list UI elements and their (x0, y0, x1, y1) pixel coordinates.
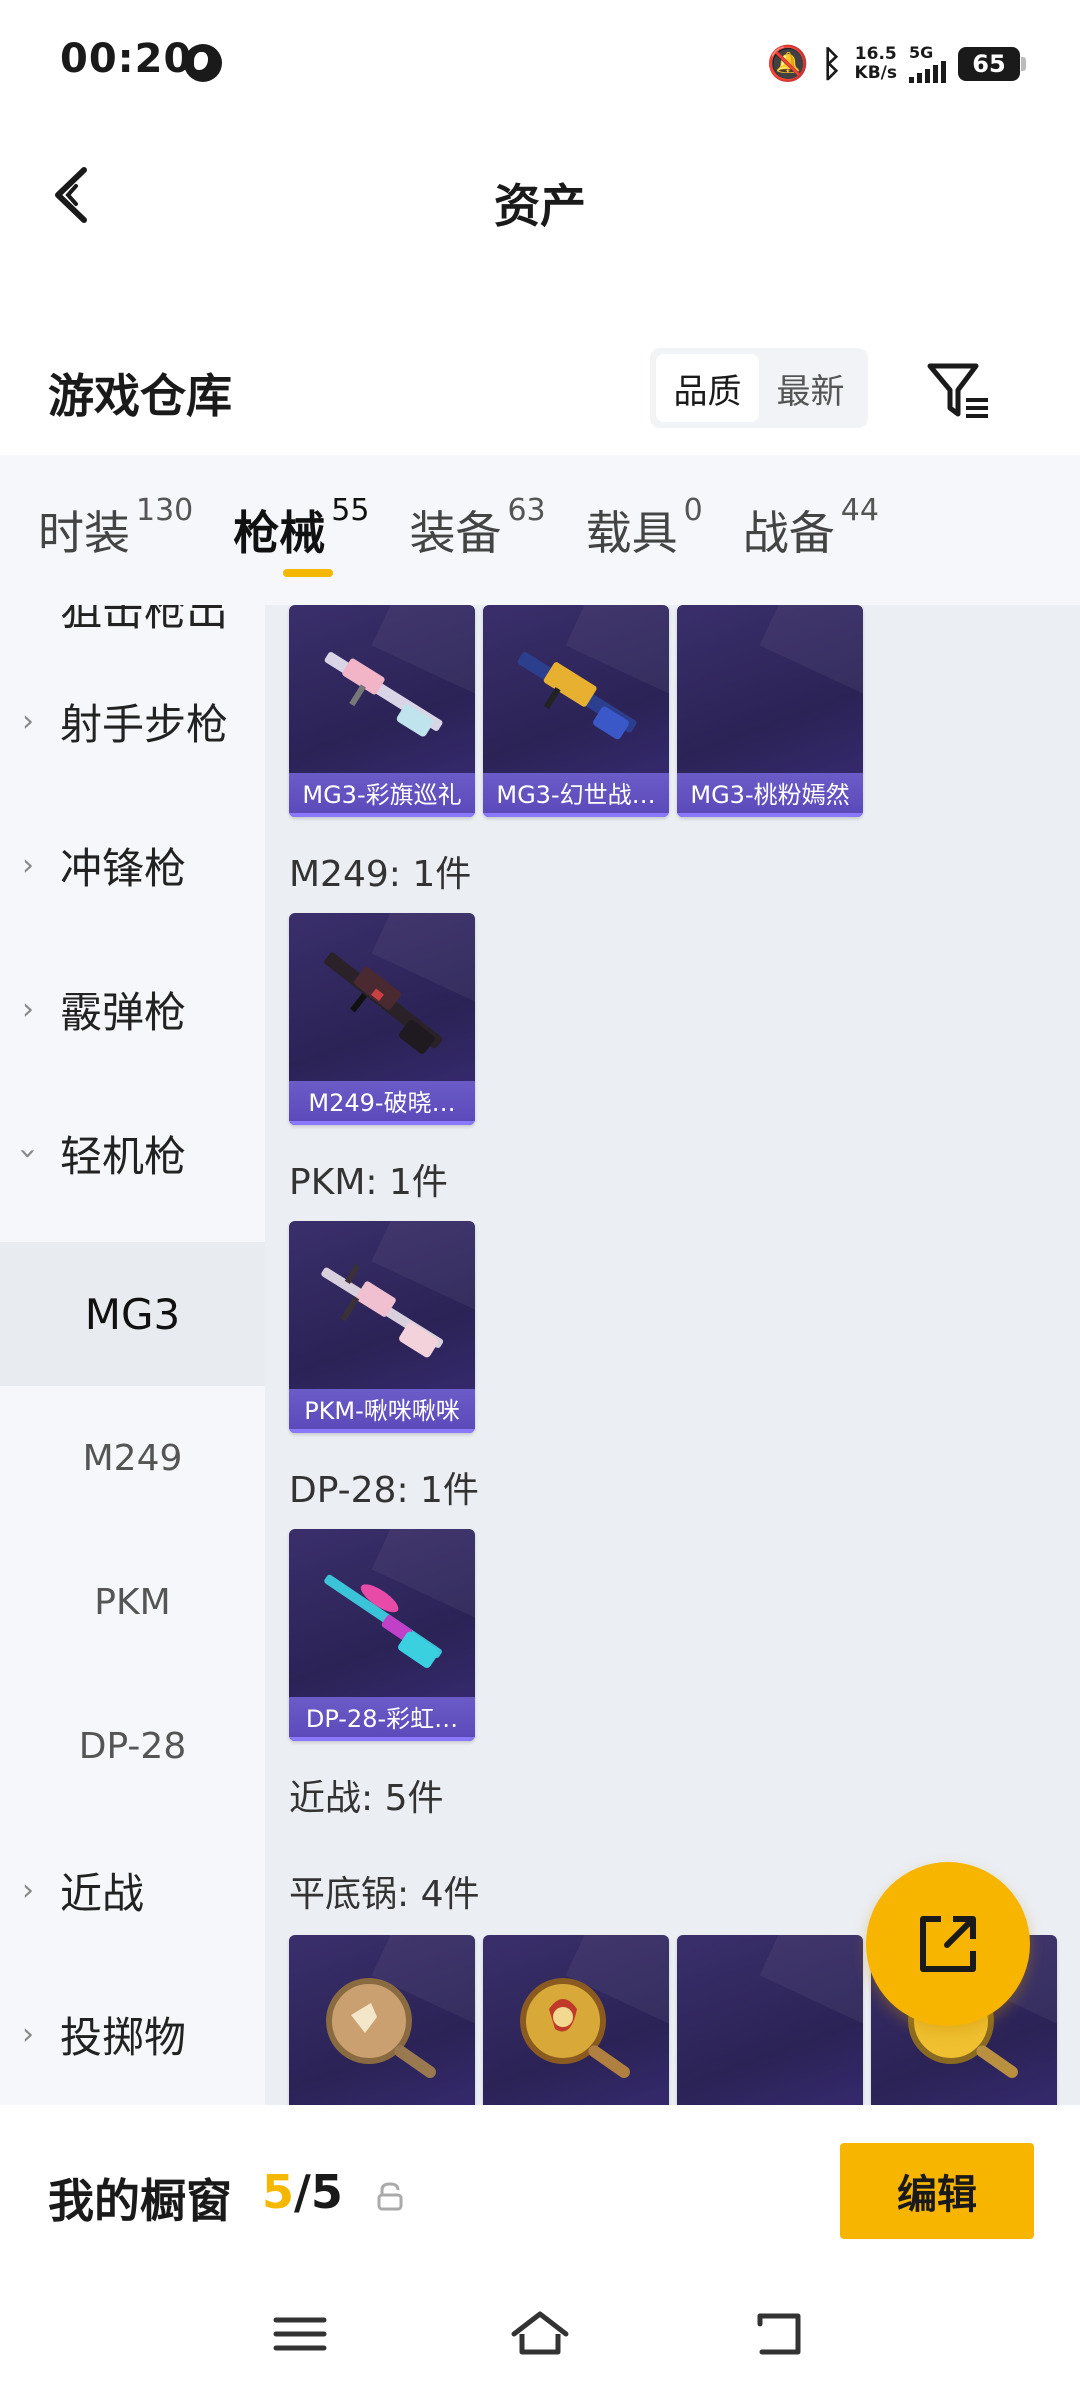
chevron-right-icon: › (22, 991, 34, 1027)
sidebar-sub-mg3[interactable]: MG3 (0, 1242, 265, 1386)
tab-vehicles[interactable]: 载具 0 (586, 455, 703, 605)
category-tabs: 时装 130 枪械 55 装备 63 载具 0 战备 44 (0, 455, 1080, 605)
warehouse-title: 游戏仓库 (48, 369, 232, 423)
battery-icon: 65 (958, 47, 1026, 81)
bluetooth-icon: ᛒ (820, 43, 843, 85)
sidebar-item-smg[interactable]: › 冲锋枪 (0, 793, 265, 937)
sidebar-item-melee[interactable]: › 近战 (0, 1818, 265, 1962)
tab-guns[interactable]: 枪械 55 (233, 455, 369, 605)
item-card[interactable]: MG3-幻世战… (483, 605, 669, 817)
group-label-pkm: PKM: 1件 (289, 1162, 448, 1203)
showcase-label: 我的橱窗 (48, 2174, 232, 2228)
chevron-right-icon: › (22, 847, 34, 883)
sidebar-sub-m249[interactable]: M249 (0, 1386, 265, 1530)
system-nav-bar (0, 2275, 1080, 2400)
chevron-right-icon: › (22, 1872, 34, 1908)
item-name: PKM-啾咪啾咪 (289, 1389, 475, 1433)
mg3-rifle-icon (517, 651, 637, 740)
mute-bell-icon: 🔕 (766, 44, 809, 84)
sort-newest-button[interactable]: 最新 (759, 354, 862, 422)
chevron-down-icon: › (10, 1147, 46, 1159)
sidebar-item-marksman[interactable]: › 射手步枪 (0, 649, 265, 793)
showcase-count: 5/5 (262, 2165, 343, 2219)
m249-rifle-icon (324, 952, 443, 1054)
sidebar-item-throwables[interactable]: › 投掷物 (0, 1962, 265, 2105)
sidebar-item-shotgun[interactable]: › 霰弹枪 (0, 937, 265, 1081)
warehouse-header: 游戏仓库 品质 最新 (0, 330, 1080, 450)
group-label-pan: 平底锅: 4件 (289, 1874, 480, 1915)
active-tab-indicator (283, 569, 334, 577)
item-name: DP-28-彩虹… (289, 1697, 475, 1741)
dp28-rifle-icon (324, 1574, 442, 1669)
item-card[interactable] (483, 1935, 669, 2105)
network-speed: 16.5 KB/s (854, 44, 897, 83)
item-name: MG3-幻世战… (483, 773, 669, 817)
tab-fashion[interactable]: 时装 130 (38, 455, 193, 605)
signal-indicator: 5G (909, 45, 946, 83)
status-time: 00:20 (60, 36, 193, 82)
status-bar: 00:20 🔕 ᛒ 16.5 KB/s 5G 65 (0, 0, 1080, 130)
filter-icon (927, 363, 988, 418)
status-icons: 🔕 ᛒ 16.5 KB/s 5G 65 (766, 40, 1026, 88)
edit-button[interactable]: 编辑 (840, 2143, 1034, 2239)
globe-icon (184, 44, 222, 82)
sort-toggle: 品质 最新 (650, 348, 868, 428)
group-label-melee: 近战: 5件 (289, 1778, 444, 1819)
page-title: 资产 (494, 179, 586, 233)
frying-pan-icon (326, 1978, 436, 2079)
back-nav-icon (757, 2313, 801, 2355)
recents-button[interactable] (260, 2299, 340, 2369)
home-icon (511, 2311, 569, 2355)
group-label-m249: M249: 1件 (289, 854, 472, 895)
home-button[interactable] (500, 2299, 580, 2369)
share-export-icon (920, 1916, 976, 1972)
item-card[interactable] (289, 1935, 475, 2105)
showcase-bar: 我的橱窗 5/5 编辑 (0, 2105, 1080, 2275)
sidebar-item-lmg[interactable]: › 轻机枪 (0, 1081, 265, 1225)
item-card[interactable]: PKM-啾咪啾咪 (289, 1221, 475, 1433)
menu-icon (273, 2317, 327, 2351)
item-card[interactable]: M249-破晓… (289, 913, 475, 1125)
chevron-right-icon: › (22, 2016, 34, 2052)
chevron-right-icon: › (22, 703, 34, 739)
share-button[interactable] (866, 1862, 1030, 2026)
item-card[interactable]: MG3-彩旗巡礼 (289, 605, 475, 817)
item-name: M249-破晓… (289, 1081, 475, 1125)
app-header: 资产 (0, 130, 1080, 260)
sort-quality-button[interactable]: 品质 (656, 354, 759, 422)
back-nav-button[interactable] (740, 2299, 820, 2369)
sidebar-sub-dp28[interactable]: DP-28 (0, 1674, 265, 1818)
item-card[interactable]: DP-28-彩虹… (289, 1529, 475, 1741)
mg3-rifle-icon (324, 651, 443, 737)
item-card[interactable]: MG3-桃粉嫣然 (677, 605, 863, 817)
item-card[interactable] (677, 1935, 863, 2105)
item-name: MG3-桃粉嫣然 (677, 773, 863, 817)
frying-pan-icon (520, 1978, 630, 2079)
sidebar: 狙击枪出 › 射手步枪 › 冲锋枪 › 霰弹枪 › 轻机枪 MG3 M249 P… (0, 605, 265, 2105)
group-label-dp28: DP-28: 1件 (289, 1470, 479, 1511)
lock-icon[interactable] (376, 2181, 404, 2211)
item-name: MG3-彩旗巡礼 (289, 773, 475, 817)
sidebar-sub-pkm[interactable]: PKM (0, 1530, 265, 1674)
sidebar-item-cut[interactable]: 狙击枪出 (60, 605, 228, 638)
tab-equipment[interactable]: 装备 63 (409, 455, 545, 605)
pkm-rifle-icon (321, 1263, 444, 1358)
filter-button[interactable] (918, 350, 998, 430)
signal-bars-icon (909, 61, 946, 83)
tab-supplies[interactable]: 战备 44 (743, 455, 879, 605)
